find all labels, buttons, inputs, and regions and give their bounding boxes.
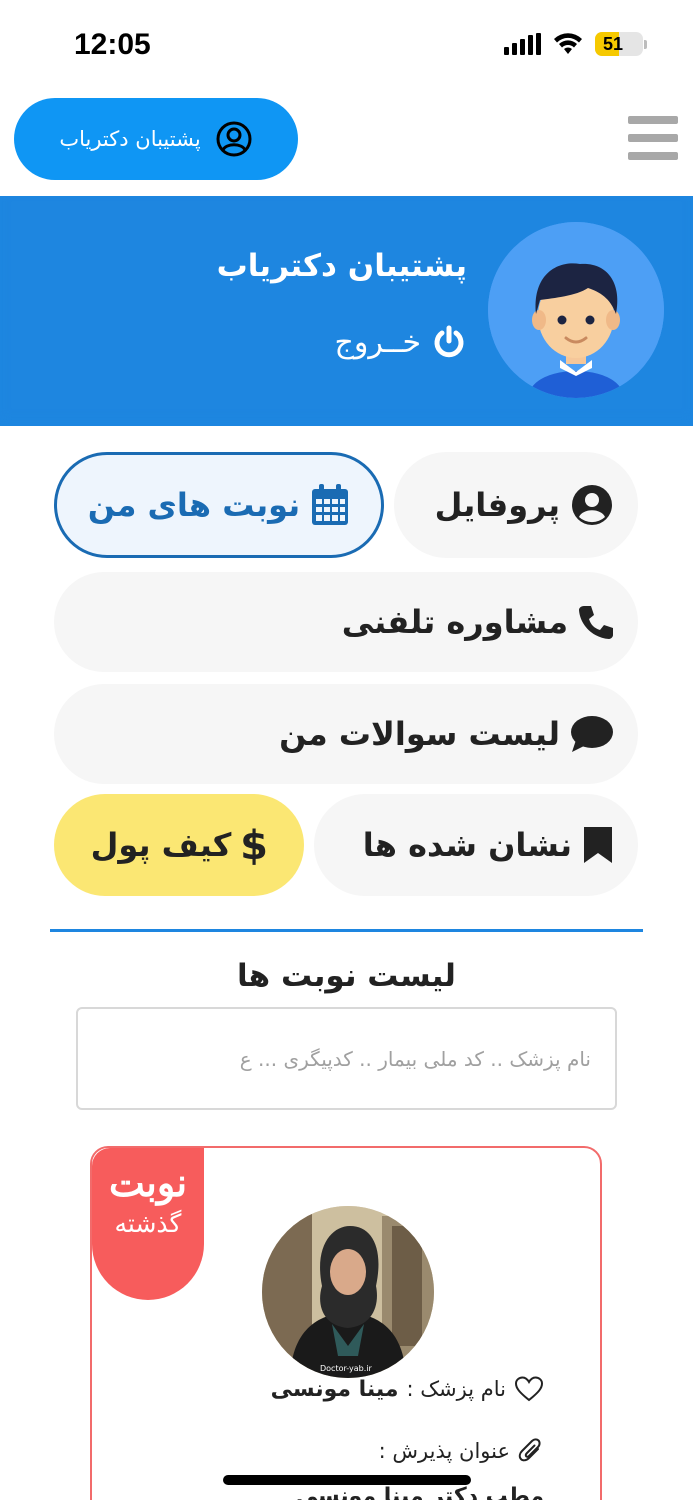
phone-icon xyxy=(579,606,613,639)
logout-button[interactable]: خــروج xyxy=(334,324,467,360)
menu-questions-label: لیست سوالات من xyxy=(279,715,560,753)
status-bar: 12:05 51 xyxy=(0,0,693,90)
menu-bookmarks-label: نشان شده ها xyxy=(362,826,572,864)
menu-phone-consult-button[interactable]: مشاوره تلفنی xyxy=(54,572,638,672)
bookmark-icon xyxy=(584,827,612,863)
menu-appointments-label: نوبت های من xyxy=(87,486,301,524)
home-indicator xyxy=(223,1475,471,1485)
status-badge-line2: گذشته xyxy=(114,1209,182,1238)
profile-name: پشتیبان دکتریاب xyxy=(216,248,467,284)
doctor-name-label: نام پزشک : xyxy=(406,1377,507,1401)
menu-bookmarks-button[interactable]: نشان شده ها xyxy=(314,794,638,896)
status-badge-line1: نوبت xyxy=(108,1160,188,1205)
heart-icon xyxy=(514,1376,544,1402)
appointments-list-title: لیست نوبت ها xyxy=(237,958,456,994)
status-time: 12:05 xyxy=(74,28,151,61)
section-divider xyxy=(50,929,643,932)
avatar xyxy=(488,222,664,398)
doctor-photo: Doctor-yab.ir xyxy=(262,1206,434,1378)
menu-wallet-button[interactable]: کیف پول $ xyxy=(54,794,304,896)
calendar-icon xyxy=(312,484,349,525)
appointment-title-label: عنوان پذیرش : xyxy=(378,1439,510,1463)
doctor-name-line: نام پزشک : مینا مونسی xyxy=(271,1375,544,1403)
cellular-signal-icon xyxy=(504,33,541,55)
power-icon xyxy=(434,325,464,358)
user-circle-icon xyxy=(216,121,252,157)
support-button[interactable]: پشتیبان دکتریاب xyxy=(14,98,298,180)
menu-appointments-button[interactable]: نوبت های من xyxy=(54,452,384,558)
status-badge: نوبت گذشته xyxy=(92,1148,204,1300)
paperclip-icon xyxy=(518,1438,541,1462)
profile-header: پشتیبان دکتریاب خــروج xyxy=(0,196,693,426)
menu-profile-button[interactable]: پروفایل xyxy=(394,452,638,558)
menu-profile-label: پروفایل xyxy=(434,486,560,524)
battery-level: 51 xyxy=(603,33,624,54)
battery-icon: 51 xyxy=(595,32,647,56)
menu-phone-consult-label: مشاوره تلفنی xyxy=(341,603,568,641)
menu-questions-button[interactable]: لیست سوالات من xyxy=(54,684,638,784)
doctor-name-value: مینا مونسی xyxy=(270,1376,399,1402)
dollar-icon: $ xyxy=(241,823,267,867)
support-button-label: پشتیبان دکتریاب xyxy=(59,127,201,151)
photo-watermark: Doctor-yab.ir xyxy=(320,1364,372,1373)
logout-label: خــروج xyxy=(334,324,421,360)
appointments-search-input[interactable] xyxy=(76,1007,617,1110)
user-circle-icon xyxy=(572,485,612,525)
hamburger-menu-icon[interactable] xyxy=(628,116,678,160)
chat-bubble-icon xyxy=(571,716,613,752)
menu-wallet-label: کیف پول xyxy=(90,826,232,864)
svg-text:$: $ xyxy=(241,823,267,867)
wifi-icon xyxy=(554,33,582,54)
status-icons: 51 xyxy=(504,32,647,56)
appointment-title-line: عنوان پذیرش : مطب دکتر مینا مونسی xyxy=(244,1432,544,1500)
